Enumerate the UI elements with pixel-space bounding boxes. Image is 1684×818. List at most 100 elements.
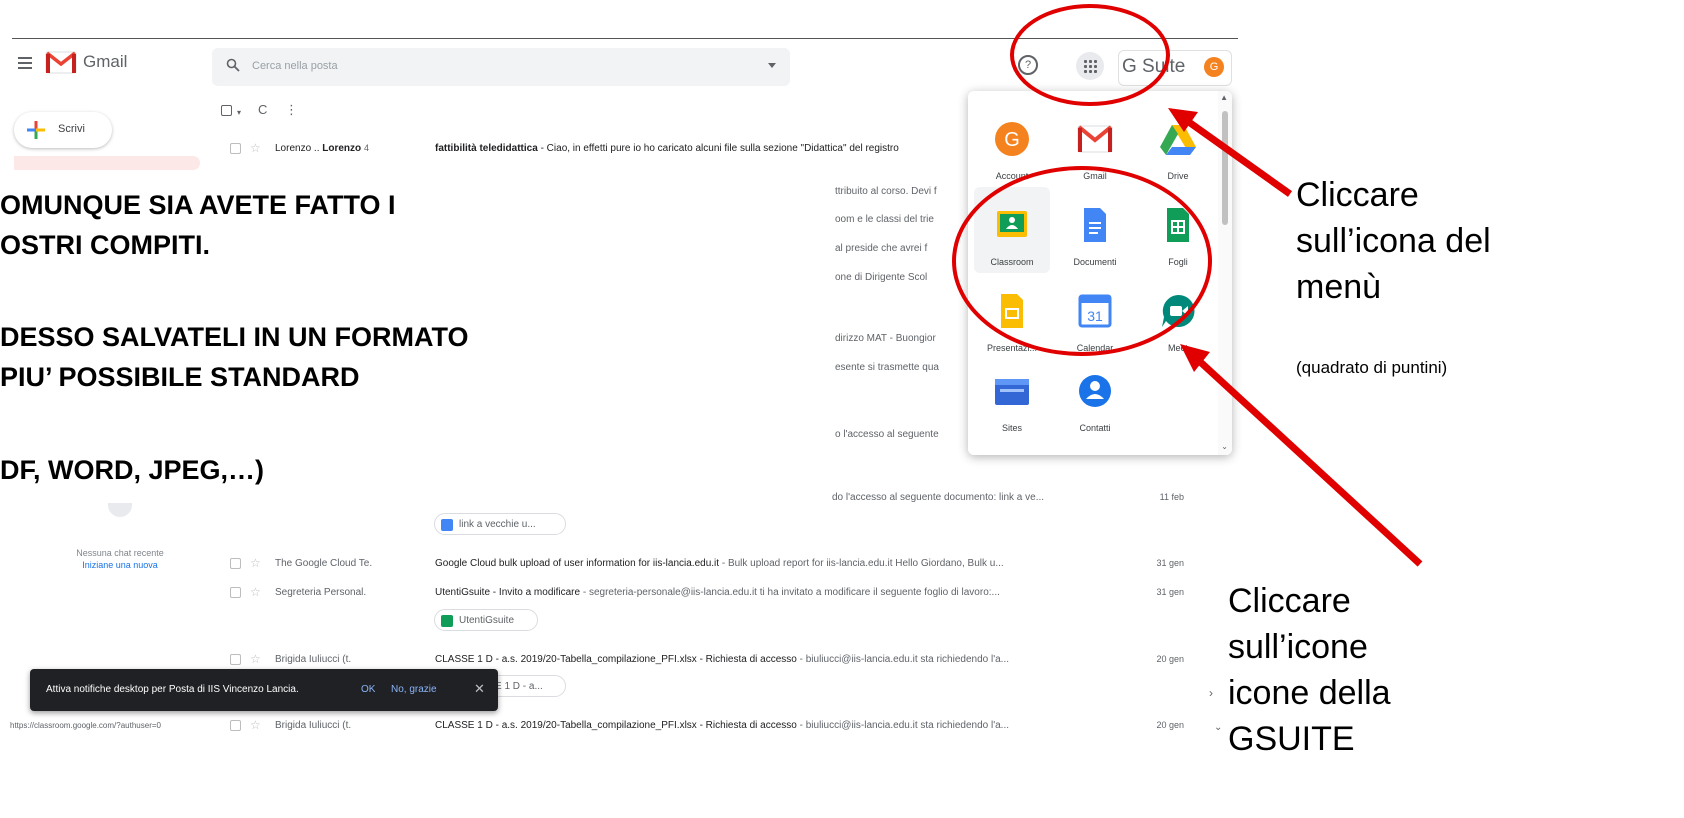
callout-line: sull’icona del — [1296, 222, 1491, 260]
search-bar[interactable]: Cerca nella posta — [212, 48, 790, 86]
chat-empty-label: Nessuna chat recente — [76, 548, 164, 558]
attachment-label: E 1 D - a... — [495, 681, 543, 692]
snackbar-ok-button[interactable]: OK — [361, 684, 375, 695]
table-row[interactable]: ☆ Segreteria Personal. UtentiGsuite - In… — [214, 580, 1196, 606]
select-all-checkbox[interactable] — [221, 105, 232, 116]
email-subject: UtentiGsuite - Invito a modificare - seg… — [435, 587, 1000, 598]
compose-label: Scrivi — [58, 123, 85, 135]
more-options-icon[interactable]: ⋮ — [285, 102, 298, 118]
annotation-ellipse-apps — [952, 166, 1212, 356]
callout-apps: Cliccare sull’icone icone della GSUITE — [1228, 578, 1391, 762]
callout-line: menù — [1296, 268, 1382, 306]
slide-text-line: OMUNQUE SIA AVETE FATTO I — [0, 190, 396, 220]
close-icon[interactable]: ✕ — [474, 681, 485, 697]
star-icon[interactable]: ☆ — [250, 141, 261, 155]
email-sender: The Google Cloud Te. — [275, 558, 373, 569]
email-subject: fattibilità teledidattica - Ciao, in eff… — [435, 143, 899, 154]
slide-text-line: DF, WORD, JPEG,…) — [0, 455, 265, 485]
attachment-chip[interactable]: link a vecchie u... — [434, 513, 566, 535]
app-label: Sites — [1001, 423, 1022, 433]
email-date: 11 feb — [1159, 492, 1184, 502]
row-checkbox[interactable] — [230, 654, 241, 665]
table-row[interactable]: ☆ Brigida Iuliucci (t. CLASSE 1 D - a.s.… — [214, 713, 1196, 739]
gmail-logo-icon[interactable] — [45, 50, 77, 74]
email-subject: CLASSE 1 D - a.s. 2019/20-Tabella_compil… — [435, 654, 1010, 665]
annotation-ellipse-menu — [1010, 4, 1170, 106]
callout-line: sull’icone — [1228, 628, 1368, 666]
slide-text-line: PIU’ POSSIBILE STANDARD — [0, 362, 360, 392]
email-subject: CLASSE 1 D - a.s. 2019/20-Tabella_compil… — [435, 720, 1010, 731]
callout-line: GSUITE — [1228, 720, 1355, 758]
app-label: Contatti — [1079, 423, 1111, 433]
attachment-label: link a vecchie u... — [459, 519, 536, 530]
status-url: https://classroom.google.com/?authuser=0 — [10, 721, 161, 730]
callout-menu: Cliccare sull’icona del menù — [1296, 172, 1491, 310]
callout-line: icone della — [1228, 674, 1391, 712]
email-snippet-fragment: esente si trasmette qua — [835, 362, 939, 373]
start-chat-link[interactable]: Iniziane una nuova — [40, 560, 200, 570]
apps-scrollbar-thumb[interactable] — [1222, 111, 1228, 225]
email-subject: Google Cloud bulk upload of user informa… — [435, 558, 1004, 569]
email-sender: Lorenzo .. Lorenzo 4 — [275, 143, 369, 154]
callout-line: Cliccare — [1228, 582, 1351, 620]
list-scroll-down-icon[interactable]: ⌄ — [1214, 722, 1222, 733]
gmail-app-name: Gmail — [83, 52, 128, 71]
table-row[interactable]: ☆ The Google Cloud Te. Google Cloud bulk… — [214, 551, 1196, 577]
account-icon: G — [995, 122, 1029, 156]
row-checkbox[interactable] — [230, 587, 241, 598]
drive-icon — [1160, 125, 1196, 155]
email-sender: Brigida Iuliucci (t. — [275, 654, 352, 665]
app-drive[interactable]: Drive — [1140, 101, 1216, 187]
chat-bubble-icon — [108, 503, 132, 517]
contacts-icon — [1079, 375, 1111, 407]
refresh-icon[interactable]: C — [258, 102, 267, 117]
sidebar-item-inbox[interactable] — [14, 156, 200, 170]
scroll-down-icon[interactable]: ⌄ — [1221, 442, 1228, 451]
callout-line: Cliccare — [1296, 176, 1419, 214]
email-date: 31 gen — [1156, 587, 1184, 597]
email-sender: Brigida Iuliucci (t. — [275, 720, 352, 731]
app-label: Drive — [1167, 171, 1189, 181]
slide-text-line: OSTRI COMPITI. — [0, 230, 211, 260]
email-date: 31 gen — [1156, 558, 1184, 568]
avatar[interactable]: G — [1204, 57, 1224, 77]
callout-menu-note: (quadrato di puntini) — [1296, 358, 1448, 377]
slide-text-line: DESSO SALVATELI IN UN FORMATO — [0, 322, 469, 352]
compose-button[interactable]: Scrivi — [14, 112, 112, 148]
app-label: Meet — [1167, 343, 1188, 353]
snackbar-message: Attiva notifiche desktop per Posta di II… — [46, 684, 299, 695]
plus-icon — [27, 121, 45, 139]
email-snippet-fragment: al preside che avrei f — [835, 243, 928, 254]
email-snippet-fragment: ttribuito al corso. Devi f — [835, 186, 937, 197]
search-icon[interactable] — [226, 58, 240, 72]
app-contacts[interactable]: Contatti — [1057, 353, 1133, 439]
apps-scrollbar[interactable] — [1218, 91, 1232, 455]
row-checkbox[interactable] — [230, 558, 241, 569]
select-menu-caret-icon[interactable]: ▾ — [237, 108, 241, 117]
sites-icon — [995, 379, 1029, 405]
email-sender: Segreteria Personal. — [275, 587, 367, 598]
desktop-notification-snackbar: Attiva notifiche desktop per Posta di II… — [30, 669, 498, 711]
account-avatar-letter: G — [1004, 129, 1020, 151]
row-checkbox[interactable] — [230, 143, 241, 154]
email-snippet-fragment: o l'accesso al seguente — [835, 429, 939, 440]
email-snippet: do l'accesso al seguente documento: link… — [832, 492, 1045, 503]
search-options-caret-icon[interactable] — [768, 63, 776, 68]
sheets-icon — [441, 615, 453, 627]
star-icon[interactable]: ☆ — [250, 718, 261, 732]
star-icon[interactable]: ☆ — [250, 556, 261, 570]
email-snippet-fragment: oom e le classi del trie — [835, 214, 934, 225]
scroll-up-icon[interactable]: ▲ — [1220, 93, 1228, 102]
main-menu-icon[interactable] — [18, 57, 32, 69]
row-checkbox[interactable] — [230, 720, 241, 731]
attachment-label: UtentiGsuite — [459, 615, 515, 626]
email-snippet-fragment: dirizzo MAT - Buongior — [835, 333, 936, 344]
star-icon[interactable]: ☆ — [250, 652, 261, 666]
snackbar-no-button[interactable]: No, grazie — [391, 684, 437, 695]
star-icon[interactable]: ☆ — [250, 585, 261, 599]
attachment-chip[interactable]: UtentiGsuite — [434, 609, 538, 631]
docs-icon — [441, 519, 453, 531]
gmail-icon — [1077, 125, 1113, 153]
app-sites[interactable]: Sites — [974, 353, 1050, 439]
search-input[interactable]: Cerca nella posta — [252, 60, 338, 72]
